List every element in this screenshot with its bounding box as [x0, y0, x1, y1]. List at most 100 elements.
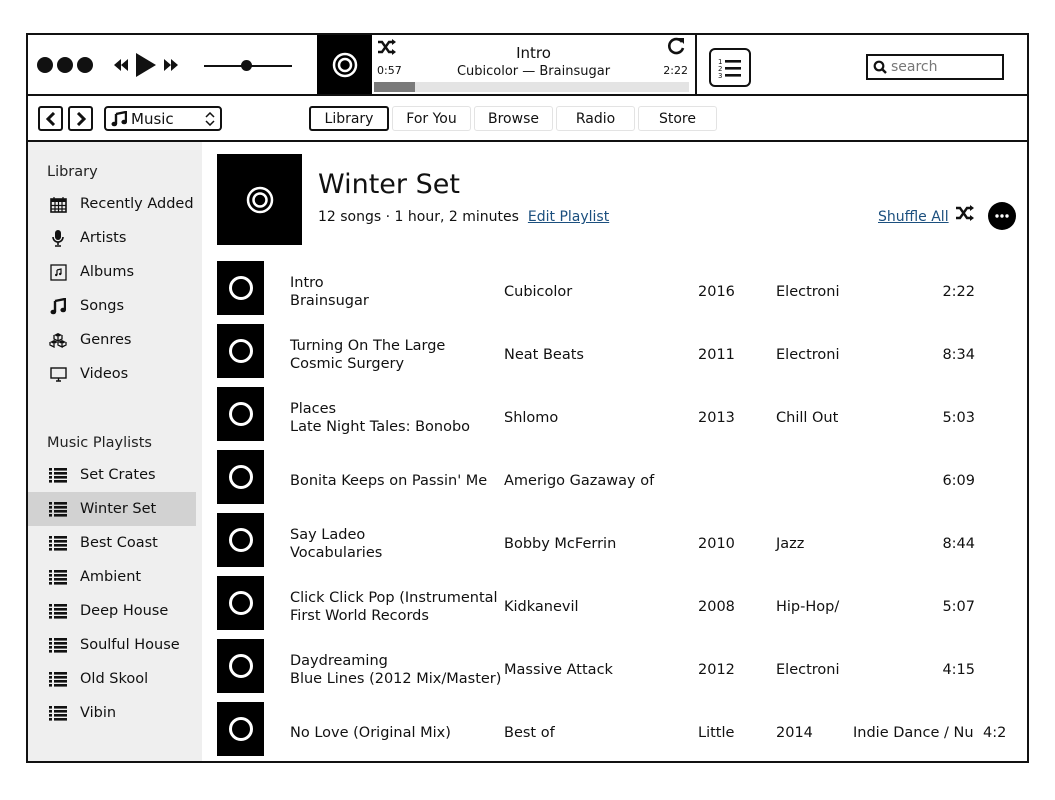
track-title: Places: [290, 401, 337, 417]
sidebar-item-videos[interactable]: Videos: [28, 357, 196, 391]
svg-text:3: 3: [718, 72, 722, 79]
track-year: 2012: [698, 662, 735, 678]
library-heading: Library: [47, 164, 98, 180]
track-row[interactable]: Click Click Pop (Instrumental First World…: [217, 575, 1017, 638]
music-note-icon: [111, 110, 127, 126]
maximize-window-button[interactable]: [77, 57, 93, 73]
sidebar-item-playlist[interactable]: Soulful House: [28, 628, 196, 662]
track-title: Click Click Pop (Instrumental: [290, 590, 498, 606]
sidebar-item-albums[interactable]: Albums: [28, 255, 196, 289]
sidebar-item-playlist[interactable]: Deep House: [28, 594, 196, 628]
track-genre: Electroni: [776, 662, 840, 678]
sidebar-item-playlist[interactable]: Vibin: [28, 696, 196, 730]
track-row[interactable]: Intro Brainsugar Cubicolor 2016 Electroni 2:2…: [217, 260, 1017, 323]
playlist-summary: 12 songs · 1 hour, 2 minutes: [318, 209, 519, 225]
shuffle-all-link[interactable]: Shuffle All: [878, 209, 949, 225]
track-title-cell: Intro Brainsugar: [290, 274, 369, 310]
back-button[interactable]: [38, 106, 63, 131]
track-album: Cosmic Surgery: [290, 356, 405, 372]
sidebar-item-label: Soulful House: [80, 637, 180, 653]
track-album: Late Night Tales: Bonobo: [290, 419, 471, 435]
minimize-window-button[interactable]: [57, 57, 73, 73]
more-options-button[interactable]: [988, 202, 1016, 230]
monitor-icon: [48, 366, 68, 382]
now-playing-title: Intro: [516, 44, 551, 62]
disc-icon: [332, 52, 357, 77]
sidebar-item-genres[interactable]: Genres: [28, 323, 196, 357]
sidebar-item-recently-added[interactable]: Recently Added: [28, 187, 196, 221]
sidebar-item-playlist[interactable]: Winter Set: [28, 492, 196, 526]
sidebar-item-label: Videos: [80, 366, 129, 382]
playlist-icon: [48, 569, 68, 585]
sidebar-item-label: Artists: [80, 230, 127, 246]
playlist-title: Winter Set: [318, 169, 460, 200]
play-icon[interactable]: [134, 52, 158, 82]
sidebar-item-songs[interactable]: Songs: [28, 289, 196, 323]
sidebar-item-playlist[interactable]: Old Skool: [28, 662, 196, 696]
track-artwork: [217, 702, 264, 756]
track-duration: 5:07: [942, 599, 975, 615]
track-artist: Bobby McFerrin: [504, 536, 617, 552]
sidebar-item-playlist[interactable]: Set Crates: [28, 458, 196, 492]
playback-progress-bar[interactable]: [374, 82, 689, 92]
sidebar-item-label: Winter Set: [80, 501, 157, 517]
tab-library[interactable]: Library: [309, 106, 389, 131]
shuffle-icon[interactable]: [955, 205, 975, 226]
up-next-queue-button[interactable]: 1 2 3: [709, 48, 751, 87]
album-icon: [48, 263, 68, 281]
track-year: 2008: [698, 599, 735, 615]
sidebar-item-artists[interactable]: Artists: [28, 221, 196, 255]
rewind-icon[interactable]: [112, 56, 130, 78]
view-tabs: Library For You Browse Radio Store: [309, 106, 717, 131]
volume-slider[interactable]: [204, 57, 292, 75]
track-row[interactable]: Turning On The Large Cosmic Surgery Neat B…: [217, 323, 1017, 386]
search-input[interactable]: [891, 59, 1001, 75]
sidebar: Library Recently Added Artists Albums So…: [28, 142, 202, 761]
now-playing-artwork[interactable]: [317, 35, 372, 94]
track-row[interactable]: Daydreaming Blue Lines (2012 Mix/Master) M…: [217, 638, 1017, 701]
sidebar-item-label: Old Skool: [80, 671, 149, 687]
tab-store[interactable]: Store: [638, 106, 717, 131]
playlist-artwork: [217, 154, 302, 245]
transport-controls: [112, 52, 180, 82]
track-album: Brainsugar: [290, 293, 369, 309]
disc-icon: [228, 654, 253, 678]
edit-playlist-link[interactable]: Edit Playlist: [528, 209, 609, 225]
track-artwork: [217, 261, 264, 315]
playlists-heading: Music Playlists: [47, 435, 152, 451]
track-artist: Massive Attack: [504, 662, 613, 678]
track-row[interactable]: Say Ladeo Vocabularies Bobby McFerrin 2010 J…: [217, 512, 1017, 575]
sidebar-item-playlist[interactable]: Best Coast: [28, 526, 196, 560]
volume-knob[interactable]: [241, 60, 253, 71]
track-genre: Hip-Hop/: [776, 599, 840, 615]
playlist-icon: [48, 671, 68, 687]
track-artist: Neat Beats: [504, 347, 584, 363]
track-genre: Electroni: [776, 284, 840, 300]
music-note-icon: [48, 297, 68, 315]
track-artist: Cubicolor: [504, 284, 573, 300]
track-row[interactable]: Places Late Night Tales: Bonobo Shlomo 2013…: [217, 386, 1017, 449]
music-app-window: 0:57 2:22 Intro Cubicolor — Brainsugar 1…: [26, 33, 1029, 763]
tab-browse[interactable]: Browse: [474, 106, 553, 131]
track-title: Turning On The Large: [290, 338, 446, 354]
search-box[interactable]: [866, 54, 1004, 80]
track-album: Blue Lines (2012 Mix/Master): [290, 671, 502, 687]
forward-button[interactable]: [68, 106, 93, 131]
track-artist: Best of: [504, 725, 555, 741]
sidebar-item-label: Recently Added: [80, 196, 194, 212]
fast-forward-icon[interactable]: [162, 56, 180, 78]
sidebar-item-playlist[interactable]: Ambient: [28, 560, 196, 594]
track-duration: 5:03: [942, 410, 975, 426]
track-row[interactable]: No Love (Original Mix) Best of Little 2014 I…: [217, 701, 1017, 761]
track-title-cell: No Love (Original Mix): [290, 724, 451, 742]
media-source-select[interactable]: Music: [104, 106, 222, 131]
close-window-button[interactable]: [37, 57, 53, 73]
track-artist: Kidkanevil: [504, 599, 579, 615]
tab-radio[interactable]: Radio: [556, 106, 635, 131]
tab-for-you[interactable]: For You: [392, 106, 471, 131]
track-duration: 8:34: [942, 347, 975, 363]
track-row[interactable]: Bonita Keeps on Passin' Me Amerigo Gazawa…: [217, 449, 1017, 512]
disc-icon: [228, 528, 253, 552]
now-playing-artist: Cubicolor — Brainsugar: [456, 64, 611, 79]
sidebar-item-label: Deep House: [80, 603, 169, 619]
